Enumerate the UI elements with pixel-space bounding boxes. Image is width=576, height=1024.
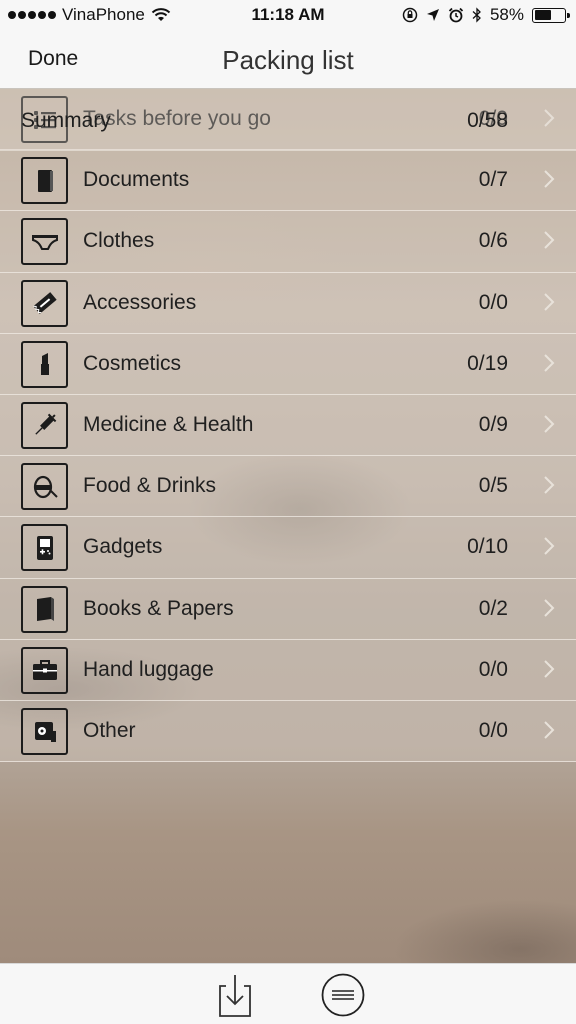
category-count: 0/10 <box>467 535 508 559</box>
category-row[interactable]: Accessories 0/0 <box>0 272 576 334</box>
page-title: Packing list <box>222 45 354 75</box>
briefcase-icon <box>21 646 68 694</box>
menu-icon[interactable] <box>320 972 366 1018</box>
category-label: Hand luggage <box>83 657 214 681</box>
status-right: 58% <box>402 5 570 25</box>
document-icon <box>21 157 68 205</box>
battery-icon <box>532 7 570 23</box>
bluetooth-icon <box>472 7 481 23</box>
summary-label: Summary <box>21 109 111 132</box>
location-arrow-icon <box>426 9 439 21</box>
status-bar: VinaPhone 11:18 AM 58% <box>0 0 576 30</box>
razor-blade-icon <box>21 279 68 327</box>
book-icon <box>21 585 68 633</box>
chevron-right-icon <box>544 170 555 188</box>
summary-row: Summary 0/58 <box>0 89 576 151</box>
category-row[interactable]: Clothes 0/6 <box>0 211 576 273</box>
chevron-right-icon <box>544 659 555 678</box>
download-icon[interactable] <box>212 972 258 1018</box>
category-count: 0/6 <box>478 229 508 253</box>
category-row[interactable]: Food & Drinks 0/5 <box>0 456 576 518</box>
category-count: 0/5 <box>478 474 508 498</box>
category-row[interactable]: Medicine & Health 0/9 <box>0 394 576 457</box>
wifi-icon <box>151 8 171 21</box>
category-count: 0/0 <box>478 657 508 681</box>
category-list: Tasks before you go 0/0 Documents 0/7 Clothe… <box>0 89 576 763</box>
battery-fill <box>534 10 552 20</box>
category-row[interactable]: Documents 0/7 <box>0 150 576 212</box>
syringe-icon <box>21 401 68 449</box>
chevron-right-icon <box>544 354 555 372</box>
packing-list-content: Tasks before you go 0/0 Documents 0/7 Clothe… <box>0 89 576 963</box>
category-count: 0/7 <box>478 168 508 192</box>
navigation-bar: Done Packing list <box>0 30 576 89</box>
category-row[interactable]: Cosmetics 0/19 <box>0 333 576 395</box>
category-row[interactable]: Other 0/0 <box>0 700 576 763</box>
category-count: 0/9 <box>478 412 508 436</box>
category-count: 0/0 <box>478 290 508 314</box>
category-count: 0/2 <box>478 596 508 620</box>
category-label: Other <box>83 718 136 742</box>
category-label: Accessories <box>83 290 197 314</box>
category-label: Gadgets <box>83 535 163 559</box>
bottom-toolbar <box>0 963 576 1024</box>
category-row[interactable]: Gadgets 0/10 <box>0 517 576 579</box>
gameboy-icon <box>21 524 68 572</box>
summary-count: 0/58 <box>467 109 508 132</box>
category-count: 0/0 <box>478 718 508 742</box>
toilet-paper-icon <box>21 707 68 755</box>
category-label: Food & Drinks <box>83 474 217 498</box>
chevron-right-icon <box>544 415 555 433</box>
category-row[interactable]: Books & Papers 0/2 <box>0 578 576 640</box>
chevron-right-icon <box>544 292 555 311</box>
category-label: Books & Papers <box>83 596 234 620</box>
signal-strength-icon <box>8 11 56 19</box>
carrier-name: VinaPhone <box>62 5 145 24</box>
underwear-icon <box>21 218 68 266</box>
category-count: 0/19 <box>467 351 508 375</box>
chevron-right-icon <box>544 537 555 556</box>
status-left: VinaPhone <box>8 5 171 25</box>
chevron-right-icon <box>544 598 555 617</box>
category-label: Cosmetics <box>83 351 182 375</box>
category-label: Documents <box>83 168 190 192</box>
lipstick-icon <box>21 340 68 388</box>
rotation-lock-icon <box>402 7 418 23</box>
battery-percent: 58% <box>489 5 524 24</box>
chevron-right-icon <box>544 721 555 739</box>
food-icon <box>21 463 68 511</box>
chevron-right-icon <box>544 231 555 250</box>
category-row[interactable]: Hand luggage 0/0 <box>0 639 576 701</box>
category-label: Clothes <box>83 229 155 253</box>
alarm-icon <box>448 7 464 23</box>
category-label: Medicine & Health <box>83 412 254 436</box>
chevron-right-icon <box>544 476 555 494</box>
